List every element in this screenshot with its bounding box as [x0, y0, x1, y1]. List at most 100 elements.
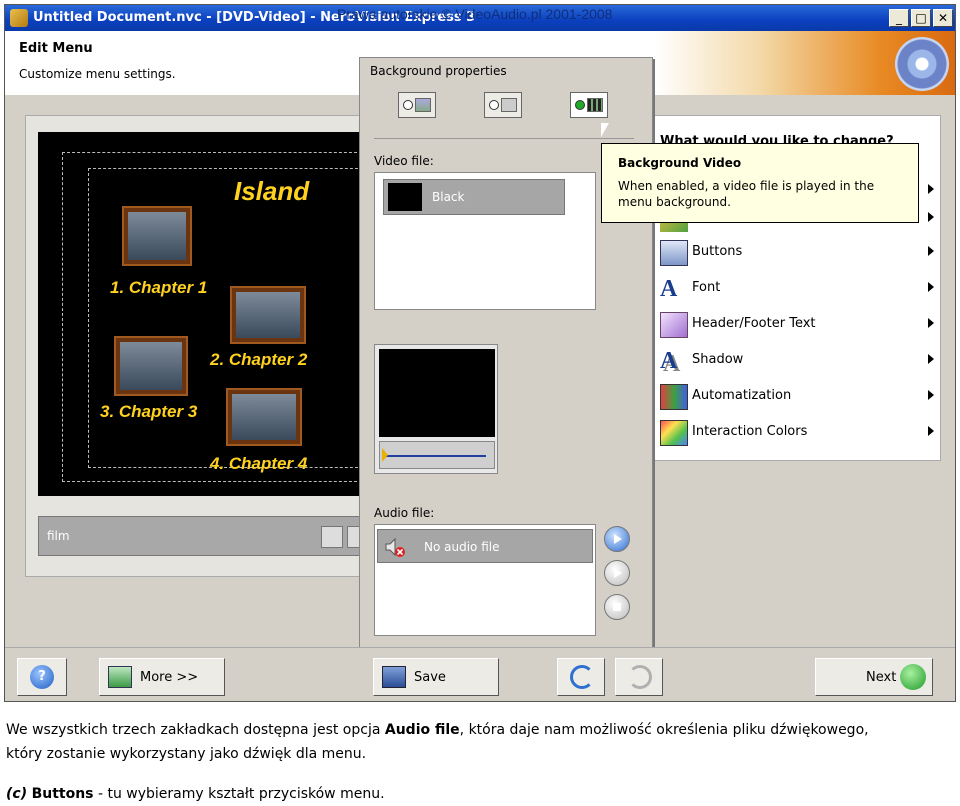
help-icon: ? [30, 665, 54, 689]
caption-bold-term: Audio file [384, 722, 460, 738]
video-thumbnail [388, 183, 422, 211]
shadow-icon: A [660, 348, 678, 374]
background-video-option[interactable] [570, 92, 608, 118]
option-label: Buttons [692, 244, 743, 259]
watermark-text: Prawa autorskie © VideoAudio.pl 2001-200… [337, 6, 613, 22]
audio-file-item[interactable]: No audio file [377, 529, 593, 563]
image-icon [415, 98, 431, 112]
minimize-button[interactable]: _ [889, 9, 909, 27]
dialog-title: Background properties [370, 64, 507, 78]
tooltip-text: When enabled, a video file is played in … [618, 179, 875, 209]
audio-file-label: Audio file: [374, 506, 435, 520]
interaction-colors-icon [660, 420, 688, 446]
bottom-toolbar: ? More >> Save Next [5, 647, 955, 701]
app-icon [10, 9, 28, 27]
menu-preview-panel: Island 1. Chapter 1 2. Chapter 2 3. Chap… [25, 115, 369, 577]
next-button-label: Next [866, 670, 897, 685]
chapter-thumbnail-2[interactable] [232, 288, 304, 342]
stop-audio-button[interactable] [604, 594, 630, 620]
preview-bar-label: film [47, 529, 70, 543]
radio-selected-icon [575, 100, 585, 110]
film-icon [587, 98, 603, 112]
redo-button[interactable] [615, 658, 663, 696]
tooltip: Background Video When enabled, a video f… [601, 143, 919, 223]
chapter-thumbnail-1[interactable] [124, 208, 190, 264]
caption-bold-term: Buttons [31, 786, 94, 802]
background-image-option[interactable] [484, 92, 522, 118]
undo-icon [570, 665, 594, 689]
header-banner [655, 31, 955, 95]
background-none-option[interactable] [398, 92, 436, 118]
video-preview-screen [379, 349, 495, 437]
browse-audio-button[interactable] [604, 526, 630, 552]
more-button[interactable]: More >> [99, 658, 225, 696]
chapter-thumbnail-4[interactable] [228, 390, 300, 444]
automatization-icon [660, 384, 688, 410]
option-label: Shadow [692, 352, 744, 367]
chapter-label-1[interactable]: 1. Chapter 1 [110, 278, 207, 298]
chapter-label-2[interactable]: 2. Chapter 2 [210, 350, 307, 370]
radio-icon [403, 100, 413, 110]
caption-marker: (c) [6, 786, 28, 802]
browse-icon [614, 534, 622, 544]
save-button-label: Save [414, 670, 446, 685]
video-file-name: Black [432, 190, 465, 204]
menu-title[interactable]: Island [234, 176, 309, 207]
video-file-label: Video file: [374, 154, 434, 168]
next-button[interactable]: Next [815, 658, 933, 696]
chevron-right-icon [928, 282, 934, 292]
picture-icon [501, 98, 517, 112]
audio-file-list[interactable]: No audio file [374, 524, 596, 636]
chevron-right-icon [928, 246, 934, 256]
more-icon [108, 666, 132, 688]
application-window: Untitled Document.nvc - [DVD-Video] - Ne… [4, 4, 956, 702]
option-header-footer-text[interactable]: Header/Footer Text [656, 310, 940, 340]
page-title: Edit Menu [19, 41, 93, 56]
caption-line-3: (c) Buttons - tu wybieramy kształt przyc… [6, 786, 385, 802]
page-subtitle: Customize menu settings. [19, 67, 176, 81]
speaker-muted-icon [384, 536, 406, 558]
chevron-right-icon [928, 354, 934, 364]
slider-handle[interactable] [382, 448, 388, 462]
caption-text: - tu wybieramy kształt przycisków menu. [93, 786, 385, 802]
audio-file-name: No audio file [424, 540, 500, 554]
caption-text: We wszystkich trzech zakładkach dostępna… [6, 722, 385, 738]
option-label: Font [692, 280, 721, 295]
more-button-label: More >> [140, 670, 199, 685]
option-label: Header/Footer Text [692, 316, 816, 331]
preview-navigation-bar: film [38, 516, 369, 556]
menu-preview-screen[interactable]: Island 1. Chapter 1 2. Chapter 2 3. Chap… [38, 132, 368, 496]
radio-icon [489, 100, 499, 110]
option-label: Interaction Colors [692, 424, 808, 439]
caption-line-1: We wszystkich trzech zakładkach dostępna… [6, 722, 869, 738]
caption-text: , która daje nam możliwość określenia pl… [459, 722, 869, 738]
menu-structure-icon[interactable] [321, 526, 343, 548]
help-button[interactable]: ? [17, 658, 67, 696]
save-button[interactable]: Save [373, 658, 499, 696]
video-file-item[interactable]: Black [383, 179, 565, 215]
play-audio-button[interactable] [604, 560, 630, 586]
option-automatization[interactable]: Automatization [656, 382, 940, 412]
chapter-label-4[interactable]: 4. Chapter 4 [210, 454, 307, 474]
video-file-list[interactable]: Black [374, 172, 596, 310]
caption-line-2: który zostanie wykorzystany jako dźwięk … [6, 746, 367, 762]
redo-icon [628, 665, 652, 689]
title-bar[interactable]: Untitled Document.nvc - [DVD-Video] - Ne… [5, 5, 955, 31]
maximize-button[interactable]: □ [911, 9, 931, 27]
chapter-label-3[interactable]: 3. Chapter 3 [100, 402, 197, 422]
chevron-right-icon [928, 390, 934, 400]
chevron-right-icon [928, 184, 934, 194]
slider-track [386, 455, 486, 457]
floppy-disk-icon [382, 666, 406, 688]
option-interaction-colors[interactable]: Interaction Colors [656, 418, 940, 448]
undo-button[interactable] [557, 658, 605, 696]
video-position-slider[interactable] [379, 441, 495, 469]
chevron-right-icon [928, 212, 934, 222]
stop-icon [613, 603, 621, 611]
option-shadow[interactable]: A Shadow [656, 346, 940, 376]
divider [374, 138, 634, 139]
close-button[interactable]: ✕ [933, 9, 953, 27]
option-buttons[interactable]: Buttons [656, 238, 940, 268]
option-font[interactable]: A Font [656, 274, 940, 304]
chapter-thumbnail-3[interactable] [116, 338, 186, 394]
